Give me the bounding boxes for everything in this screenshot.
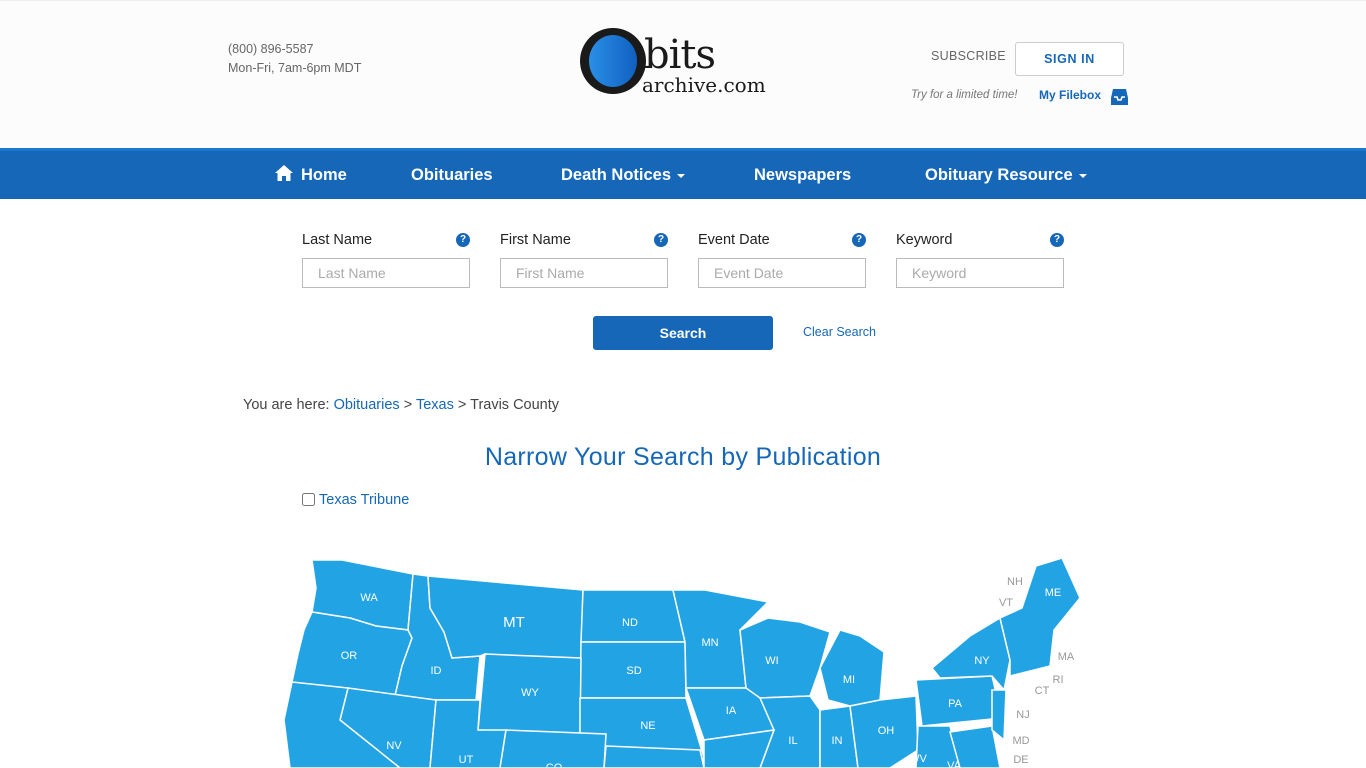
site-logo[interactable]: bits archive.com xyxy=(578,25,788,99)
event-date-input[interactable] xyxy=(698,258,866,288)
state-mi[interactable] xyxy=(819,629,885,707)
breadcrumb: You are here: Obituaries > Texas > Travi… xyxy=(243,397,559,413)
first-name-input[interactable] xyxy=(500,258,668,288)
breadcrumb-prefix: You are here: xyxy=(243,397,330,413)
state-label: VA xyxy=(947,760,962,768)
last-name-label: Last Name xyxy=(302,232,373,248)
state-label-outside: NJ xyxy=(1016,709,1029,721)
keyword-input[interactable] xyxy=(896,258,1064,288)
publication-checkbox[interactable] xyxy=(302,493,315,506)
state-label: MT xyxy=(503,614,525,631)
my-filebox-link[interactable]: My Filebox xyxy=(1039,88,1101,102)
us-map: WA MT ND MN ME OR ID SD WI NY MI WY IA P… xyxy=(280,550,1100,768)
site-header: (800) 896-5587 Mon-Fri, 7am-6pm MDT bits… xyxy=(0,0,1366,148)
event-date-label: Event Date xyxy=(698,232,770,248)
state-label-outside: VT xyxy=(999,597,1013,609)
last-name-input[interactable] xyxy=(302,258,470,288)
nav-death-notices-label: Death Notices xyxy=(561,166,672,184)
search-button[interactable]: Search xyxy=(593,316,773,350)
state-label: OH xyxy=(878,725,895,737)
chevron-down-icon xyxy=(1078,173,1087,178)
nav-obituary-resource[interactable]: Obituary Resource xyxy=(925,151,1087,199)
help-icon[interactable]: ? xyxy=(654,233,668,247)
breadcrumb-item-current: Travis County xyxy=(470,397,560,413)
state-label-outside: DE xyxy=(1013,754,1028,766)
logo-main-text: bits xyxy=(644,32,716,78)
state-label: WV xyxy=(909,753,927,765)
state-label: IA xyxy=(726,705,737,717)
state-label-outside: MD xyxy=(1012,735,1029,747)
state-label-outside: CT xyxy=(1035,685,1050,697)
state-label-outside: NH xyxy=(1007,576,1023,588)
state-nj[interactable] xyxy=(991,689,1007,742)
filebox-icon[interactable] xyxy=(1110,88,1129,106)
first-name-label: First Name xyxy=(500,232,571,248)
contact-info: (800) 896-5587 Mon-Fri, 7am-6pm MDT xyxy=(228,40,361,78)
publication-option[interactable]: Texas Tribune xyxy=(302,492,409,510)
nav-death-notices[interactable]: Death Notices xyxy=(561,151,686,199)
state-label-outside: RI xyxy=(1053,674,1064,686)
keyword-label: Keyword xyxy=(896,232,953,248)
nav-home[interactable]: Home xyxy=(301,151,347,199)
phone-number: (800) 896-5587 xyxy=(228,42,314,56)
state-label: NV xyxy=(386,740,402,752)
us-map-svg: WA MT ND MN ME OR ID SD WI NY MI WY IA P… xyxy=(283,557,1081,768)
state-ks[interactable] xyxy=(603,745,705,768)
state-label: ND xyxy=(622,617,638,629)
chevron-down-icon xyxy=(677,173,686,178)
state-label: WY xyxy=(521,687,539,699)
nav-newspapers[interactable]: Newspapers xyxy=(754,151,851,199)
state-nd[interactable] xyxy=(580,589,686,643)
state-label: WI xyxy=(765,655,778,667)
state-label: PA xyxy=(948,698,963,710)
state-label: ME xyxy=(1045,587,1062,599)
breadcrumb-item-texas[interactable]: Texas xyxy=(416,397,454,413)
home-icon[interactable] xyxy=(274,164,294,182)
state-label: ID xyxy=(431,665,442,677)
breadcrumb-separator: > xyxy=(403,397,413,413)
help-icon[interactable]: ? xyxy=(456,233,470,247)
main-navigation: Home Obituaries Death Notices Newspapers… xyxy=(0,148,1366,199)
state-label: IN xyxy=(832,735,843,747)
logo-o-mark xyxy=(580,28,646,94)
state-label: OR xyxy=(341,650,358,662)
breadcrumb-separator: > xyxy=(457,397,467,413)
help-icon[interactable]: ? xyxy=(1050,233,1064,247)
business-hours: Mon-Fri, 7am-6pm MDT xyxy=(228,61,362,75)
state-label: SD xyxy=(626,665,641,677)
publication-label[interactable]: Texas Tribune xyxy=(319,492,409,508)
logo-sub-text: archive.com xyxy=(642,73,766,97)
breadcrumb-item-obituaries[interactable]: Obituaries xyxy=(334,397,400,413)
state-label: WA xyxy=(360,592,378,604)
nav-obituaries[interactable]: Obituaries xyxy=(411,151,493,199)
state-label: MI xyxy=(843,674,855,686)
state-label: MN xyxy=(701,637,718,649)
trial-note: Try for a limited time! xyxy=(911,89,1018,101)
state-label: IL xyxy=(788,735,797,747)
clear-search-link[interactable]: Clear Search xyxy=(803,325,876,339)
state-label-outside: MA xyxy=(1058,651,1075,663)
state-wi[interactable] xyxy=(739,617,831,699)
state-label: CO xyxy=(546,762,563,768)
nav-obituary-resource-label: Obituary Resource xyxy=(925,166,1073,184)
help-icon[interactable]: ? xyxy=(852,233,866,247)
sign-in-button[interactable]: SIGN IN xyxy=(1015,42,1124,76)
state-label: NY xyxy=(974,655,990,667)
publication-section-title: Narrow Your Search by Publication xyxy=(484,443,882,471)
state-label: UT xyxy=(459,754,474,766)
subscribe-link[interactable]: SUBSCRIBE xyxy=(931,49,1006,63)
state-label: NE xyxy=(640,720,655,732)
